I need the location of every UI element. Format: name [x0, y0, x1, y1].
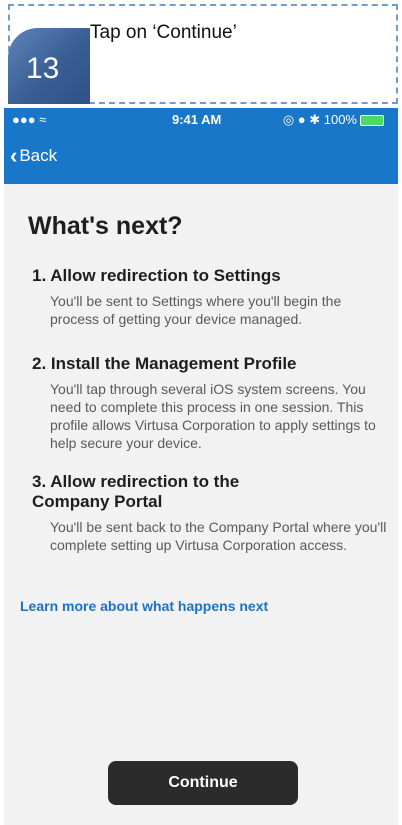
battery-icon: [360, 115, 384, 127]
step-1-body: You'll be sent to Settings where you'll …: [50, 293, 342, 327]
step-number: 13: [26, 52, 60, 85]
phone-screen: ●●● ≈ 9:41 AM ◎ ● ✱ 100% ‹ Back What's ne…: [4, 108, 398, 825]
status-bar: ●●● ≈ 9:41 AM ◎ ● ✱ 100%: [4, 108, 398, 130]
status-right: ◎ ● ✱ 100%: [283, 112, 384, 128]
chevron-left-icon: ‹: [10, 143, 18, 168]
step-1: 1. Allow redirection to Settings You'll …: [32, 266, 390, 328]
step-2: 2. Install the Management Profile You'll…: [32, 354, 390, 452]
continue-button[interactable]: Continue: [108, 761, 298, 805]
nav-bar: ‹ Back: [4, 130, 398, 184]
status-time: 9:41 AM: [172, 112, 222, 127]
learn-more-link[interactable]: Learn more about what happens next: [20, 598, 268, 614]
step-2-body: You'll tap through several iOS system sc…: [50, 381, 376, 451]
signal-wifi-icon: ●●● ≈: [12, 112, 47, 127]
step-2-title: 2. Install the Management Profile: [32, 354, 297, 373]
step-1-title: 1. Allow redirection to Settings: [32, 266, 281, 285]
step-3: 3. Allow redirection to the Company Port…: [32, 472, 390, 554]
back-button[interactable]: ‹ Back: [10, 143, 57, 169]
step-3-body: You'll be sent back to the Company Porta…: [50, 519, 387, 553]
page-title: What's next?: [28, 212, 183, 240]
instruction-header: 13 Tap on ‘Continue’: [0, 0, 402, 108]
step-3-title: 3. Allow redirection to the Company Port…: [32, 472, 240, 511]
instruction-text: Tap on ‘Continue’: [90, 22, 237, 43]
back-label: Back: [19, 146, 58, 165]
